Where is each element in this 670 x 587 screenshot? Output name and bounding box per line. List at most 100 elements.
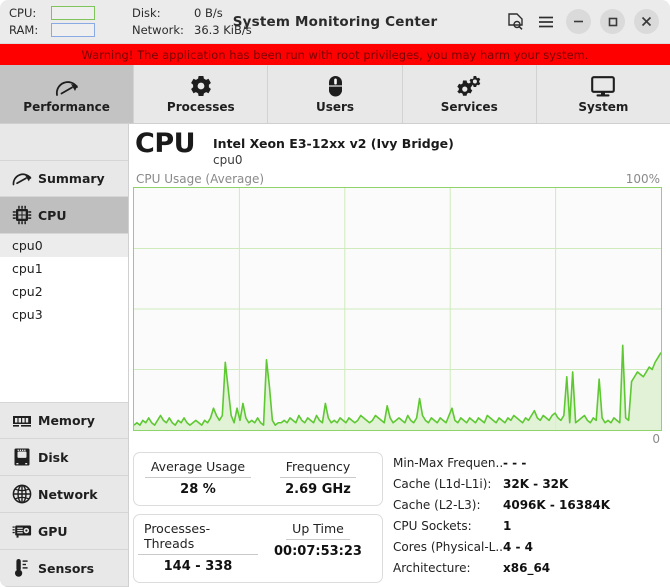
cpu-core-item-cpu2[interactable]: cpu2 [0,280,128,303]
info-value: - - - [503,456,527,470]
chip-icon [12,205,32,225]
cpu-list-spacer [0,326,128,402]
tab-services[interactable]: Services [402,65,537,123]
cpu-model-name: Intel Xeon E3-12xx v2 (Ivy Bridge) [213,136,454,151]
tab-performance[interactable]: Performance [0,65,135,123]
app-window: CPU: RAM: Disk: 0 B/s Network: 36.3 KiB/… [0,0,670,587]
page-title: CPU [135,128,196,159]
uptime-label: Up Time [286,521,350,540]
uptime-stat: Up Time 00:07:53:23 [258,521,378,574]
resource-meters: CPU: RAM: [0,6,124,37]
cpu-core-name: cpu0 [213,153,243,167]
average-usage-value: 28 % [180,482,216,497]
average-usage-label: Average Usage [144,459,252,478]
info-value: 1 [503,519,512,533]
disk-io-row: Disk: 0 B/s [132,6,256,20]
cpu-core-item-cpu1[interactable]: cpu1 [0,257,128,280]
sidebar-item-summary[interactable]: Summary [0,160,128,197]
sidebar-item-sensors-label: Sensors [38,560,95,576]
tab-processes-label: Processes [166,99,235,114]
tab-system[interactable]: System [536,65,670,123]
cpu-info-list: Min-Max Frequen... - - - Cache (L1d-L1i)… [393,452,662,583]
title-bar: CPU: RAM: Disk: 0 B/s Network: 36.3 KiB/… [0,0,670,44]
sidebar-item-network[interactable]: Network [0,476,128,513]
frequency-value: 2.69 GHz [285,482,351,497]
sidebar-item-gpu[interactable]: GPU [0,513,128,550]
gauge-icon [55,75,79,97]
cpu-details-row: Average Usage 28 % Frequency 2.69 GHz Pr… [133,446,662,583]
tab-users[interactable]: Users [268,65,403,123]
cpu-meter-track [51,6,95,20]
cpu-usage-chart: 0 [133,187,662,446]
disk-io-label: Disk: [132,6,161,20]
root-privileges-warning: Warning! The application has been run wi… [0,44,670,65]
info-value: x86_64 [503,561,551,575]
uptime-value: 00:07:53:23 [274,544,362,559]
info-key: Cache (L2-L3): [393,498,481,512]
disk-icon [12,447,32,467]
gauge-icon [12,169,32,189]
info-row-cores: Cores (Physical-L... 4 - 4 [393,538,662,557]
double-gear-icon [457,75,481,97]
processes-uptime-box: Processes-Threads 144 - 338 Up Time 00:0… [133,514,383,583]
network-io-value: 36.3 KiB/s [194,23,252,37]
tab-services-label: Services [440,99,498,114]
close-button[interactable] [634,9,659,34]
graph-min-label: 0 [652,432,660,446]
sidebar-item-disk-label: Disk [38,449,69,465]
info-row-cpu-sockets: CPU Sockets: 1 [393,517,662,536]
usage-frequency-box: Average Usage 28 % Frequency 2.69 GHz [133,452,383,506]
tab-processes[interactable]: Processes [134,65,269,123]
info-key: Min-Max Frequen... [393,456,503,470]
chart-plot-area [133,187,662,431]
minimize-button[interactable] [566,9,591,34]
page-search-icon[interactable] [504,11,526,33]
info-key: Cache (L1d-L1i): [393,477,492,491]
processes-threads-value: 144 - 338 [163,559,233,574]
network-io-label: Network: [132,23,184,37]
mouse-user-icon [328,75,343,97]
info-row-architecture: Architecture: x86_64 [393,559,662,578]
main-tab-bar: Performance Processes Users Services Sys… [0,65,670,124]
gpu-card-icon [12,521,32,541]
stat-boxes: Average Usage 28 % Frequency 2.69 GHz Pr… [133,452,383,583]
ram-meter-label: RAM: [9,23,39,37]
average-usage-stat: Average Usage 28 % [138,459,258,497]
info-key: Cores (Physical-L... [393,540,503,554]
processes-threads-stat: Processes-Threads 144 - 338 [138,521,258,574]
tab-users-label: Users [315,99,355,114]
ram-meter-row: RAM: [9,23,124,37]
graph-caption: CPU Usage (Average) [136,172,265,186]
maximize-button[interactable] [600,9,625,34]
sidebar-item-sensors[interactable]: Sensors [0,550,128,587]
cpu-header: CPU Intel Xeon E3-12xx v2 (Ivy Bridge) c… [133,124,662,171]
sidebar-item-cpu-label: CPU [38,207,67,223]
main-panel: CPU Intel Xeon E3-12xx v2 (Ivy Bridge) c… [129,124,670,587]
content-area: Summary CPU cpu0 cpu1 cpu2 cpu3 Memory D… [0,124,670,587]
disk-io-value: 0 B/s [194,6,223,20]
gear-icon [190,75,212,97]
cpu-meter-label: CPU: [9,6,37,20]
hamburger-menu-icon[interactable] [535,11,557,33]
sidebar-item-disk[interactable]: Disk [0,439,128,476]
info-value: 32K - 32K [503,477,569,491]
system-io-info: Disk: 0 B/s Network: 36.3 KiB/s [132,6,256,37]
frequency-label: Frequency [279,459,357,478]
sidebar-item-memory[interactable]: Memory [0,402,128,439]
info-value: 4096K - 16384K [503,498,611,512]
info-row-cache-l2-l3: Cache (L2-L3): 4096K - 16384K [393,496,662,515]
sidebar-item-cpu[interactable]: CPU [0,197,128,234]
cpu-core-item-cpu0[interactable]: cpu0 [0,234,128,257]
chart-svg [134,188,661,430]
info-row-min-max-frequency: Min-Max Frequen... - - - [393,454,662,473]
sidebar-item-summary-label: Summary [38,171,105,186]
tab-performance-label: Performance [23,99,110,114]
frequency-stat: Frequency 2.69 GHz [258,459,378,497]
sidebar-item-memory-label: Memory [38,413,95,428]
graph-max-label: 100% [625,172,660,186]
cpu-core-item-cpu3[interactable]: cpu3 [0,303,128,326]
cpu-meter-row: CPU: [9,6,124,20]
sidebar-item-network-label: Network [38,486,98,502]
info-key: CPU Sockets: [393,519,472,533]
network-io-row: Network: 36.3 KiB/s [132,23,256,37]
